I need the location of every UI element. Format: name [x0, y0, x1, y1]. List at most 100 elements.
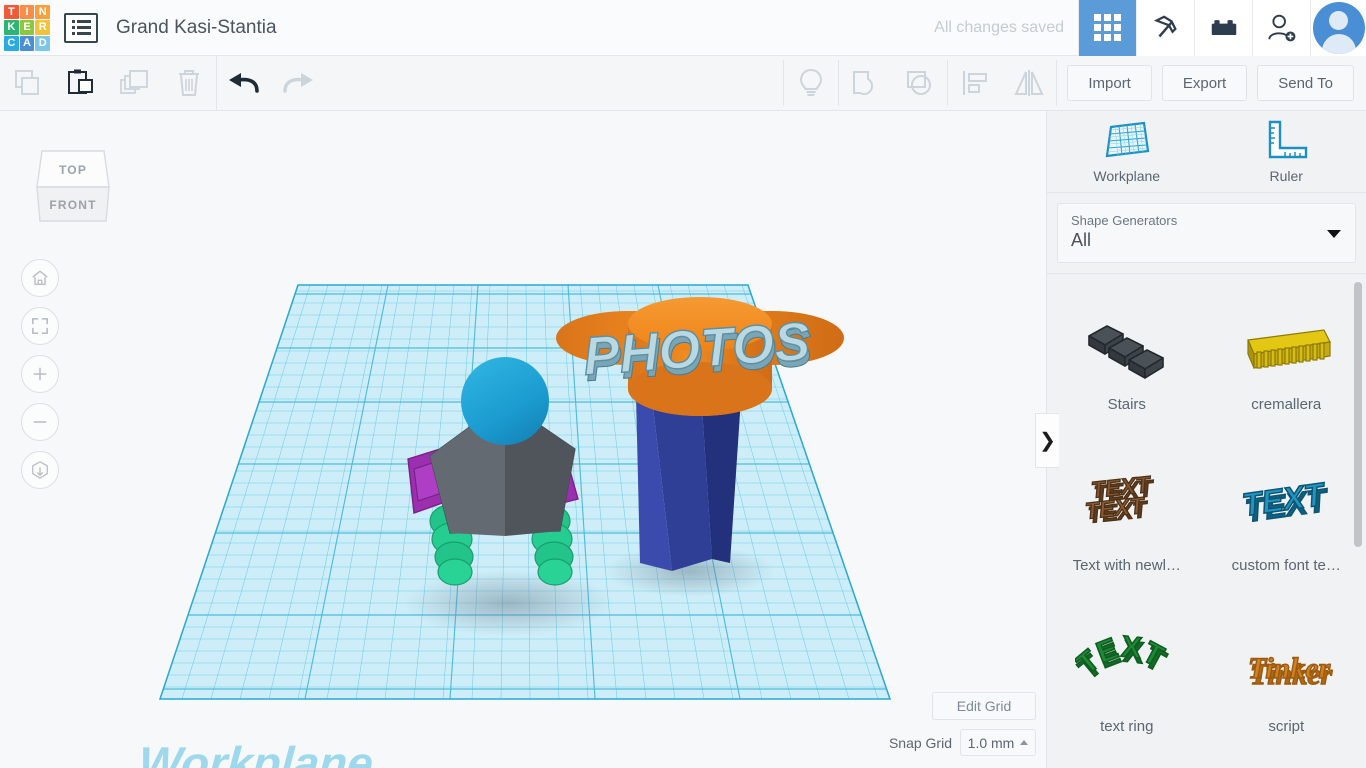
shape-label: Text with newl…	[1072, 557, 1181, 574]
undo-icon	[229, 73, 259, 93]
snap-grid-value: 1.0 mm	[967, 734, 1015, 751]
shape-label: script	[1268, 718, 1305, 735]
svg-text:Tinker: Tinker	[1248, 652, 1331, 685]
workplane-tool[interactable]: Workplane	[1047, 119, 1207, 184]
toolbar-divider-5	[1056, 60, 1058, 106]
logo-cell-c: C	[4, 35, 19, 51]
delete-button[interactable]	[162, 56, 216, 111]
snap-grid-select[interactable]: 1.0 mm	[960, 729, 1036, 756]
logo-cell-r: R	[35, 20, 50, 35]
shape-cremallera[interactable]: cremallera	[1207, 288, 1366, 449]
duplicate-button[interactable]	[108, 56, 162, 111]
import-button[interactable]: Import	[1067, 65, 1152, 101]
logo-cell-k: K	[4, 20, 19, 35]
shape-grid: Stairs cremallera TEXT TEXT TEXT TEXT Te…	[1047, 288, 1366, 768]
add-person-icon	[1267, 14, 1295, 41]
shape-custom-font-text[interactable]: TEXT TEXT custom font te…	[1207, 449, 1366, 610]
minus-icon	[33, 421, 47, 423]
workplane-tool-label: Workplane	[1093, 168, 1161, 184]
paste-icon	[68, 69, 93, 94]
shape-stairs[interactable]: Stairs	[1047, 288, 1207, 449]
shape-text-ring[interactable]: TEXT TEXT text ring	[1047, 610, 1207, 768]
rack-thumb	[1236, 296, 1336, 396]
sidebar-tools: Workplane Ruler	[1047, 111, 1366, 193]
orange-script-thumb: Tinker Tinker	[1234, 618, 1338, 718]
ruler-tool[interactable]: Ruler	[1207, 119, 1366, 184]
redo-button[interactable]	[271, 56, 325, 111]
align-button[interactable]	[948, 56, 1002, 111]
invite-button[interactable]	[1252, 0, 1310, 56]
grid-view-button[interactable]	[1078, 0, 1136, 56]
home-view-button[interactable]	[21, 259, 59, 297]
paste-button[interactable]	[54, 56, 108, 111]
shape-text-newline[interactable]: TEXT TEXT TEXT TEXT Text with newl…	[1047, 449, 1207, 610]
copy-icon	[15, 70, 39, 95]
brown-text-thumb: TEXT TEXT TEXT TEXT	[1075, 457, 1179, 557]
logo-cell-a: A	[19, 35, 35, 51]
group-icon	[853, 71, 874, 96]
group-button[interactable]	[839, 56, 893, 111]
shape-label: text ring	[1100, 718, 1154, 735]
projection-toggle-button[interactable]	[21, 451, 59, 489]
align-icon	[963, 71, 988, 95]
figure-head[interactable]	[461, 357, 549, 445]
panel-collapse-handle[interactable]: ❯	[1035, 413, 1059, 468]
shape-generators-label: Shape Generators	[1071, 213, 1178, 228]
home-icon	[32, 270, 48, 286]
logo-cell-n: N	[35, 4, 50, 20]
zoom-out-button[interactable]	[21, 403, 59, 441]
3d-viewport[interactable]: Workplane PHOTOS PHOTOS TOP FRONT Edit G…	[0, 111, 1046, 768]
page-title: Grand Kasi-Stantia	[116, 16, 277, 38]
duplicate-icon	[120, 70, 148, 94]
delete-icon	[179, 70, 199, 96]
logo-cell-e: E	[19, 20, 35, 35]
shape-generators-dropdown[interactable]: Shape Generators All	[1057, 203, 1356, 263]
scene-canvas[interactable]: Workplane PHOTOS PHOTOS	[0, 111, 1046, 768]
user-avatar-button[interactable]	[1310, 0, 1366, 56]
app-header: TIN KER CAD Grand Kasi-Stantia All changes…	[0, 0, 1366, 56]
main-toolbar: Import Export Send To	[0, 55, 1366, 111]
logo-cell-t: T	[4, 4, 19, 20]
view-cube-front-label: FRONT	[49, 198, 96, 212]
shape-label: cremallera	[1251, 396, 1322, 413]
plus-icon	[33, 367, 47, 381]
copy-button[interactable]	[0, 56, 54, 111]
list-menu-icon	[71, 20, 91, 35]
blue-text-thumb: TEXT TEXT	[1234, 457, 1338, 557]
ungroup-icon	[907, 71, 932, 95]
cube-projection-icon	[32, 461, 48, 479]
grid-view-icon	[1094, 14, 1121, 41]
view-cube-top-label: TOP	[59, 163, 87, 177]
shape-script[interactable]: Tinker Tinker script	[1207, 610, 1366, 768]
tinkercad-logo[interactable]: TIN KER CAD	[4, 4, 50, 51]
ruler-icon	[1269, 120, 1308, 159]
mirror-icon	[1014, 70, 1044, 96]
ungroup-button[interactable]	[893, 56, 947, 111]
gallery-scrollbar[interactable]	[1354, 282, 1362, 547]
shapes-sidebar: Workplane Ruler Shape Generators All Sta…	[1046, 111, 1366, 768]
save-status: All changes saved	[934, 18, 1064, 36]
hint-button[interactable]	[784, 56, 838, 111]
minecraft-button[interactable]	[1136, 0, 1194, 56]
mirror-button[interactable]	[1002, 56, 1056, 111]
workplane-icon	[1105, 121, 1149, 158]
ruler-tool-label: Ruler	[1269, 168, 1303, 184]
figure-shadow	[403, 570, 613, 636]
project-menu-icon[interactable]	[64, 12, 98, 43]
send-to-button[interactable]: Send To	[1257, 65, 1354, 101]
green-text-thumb: TEXT TEXT	[1075, 618, 1179, 718]
chevron-down-icon	[1327, 230, 1341, 238]
zoom-in-button[interactable]	[21, 355, 59, 393]
blocks-button[interactable]	[1194, 0, 1252, 56]
view-cube[interactable]: TOP FRONT	[30, 139, 116, 231]
lego-brick-icon	[1211, 19, 1236, 35]
edit-grid-button[interactable]: Edit Grid	[932, 692, 1036, 720]
snap-grid-label: Snap Grid	[888, 734, 952, 751]
export-button[interactable]: Export	[1161, 65, 1248, 101]
fit-view-button[interactable]	[21, 307, 59, 345]
snap-grid-control: Snap Grid 1.0 mm	[889, 729, 1036, 756]
undo-button[interactable]	[217, 56, 271, 111]
lightbulb-icon	[800, 68, 823, 96]
avatar	[1312, 1, 1365, 54]
shape-gallery[interactable]: Stairs cremallera TEXT TEXT TEXT TEXT Te…	[1047, 273, 1366, 768]
